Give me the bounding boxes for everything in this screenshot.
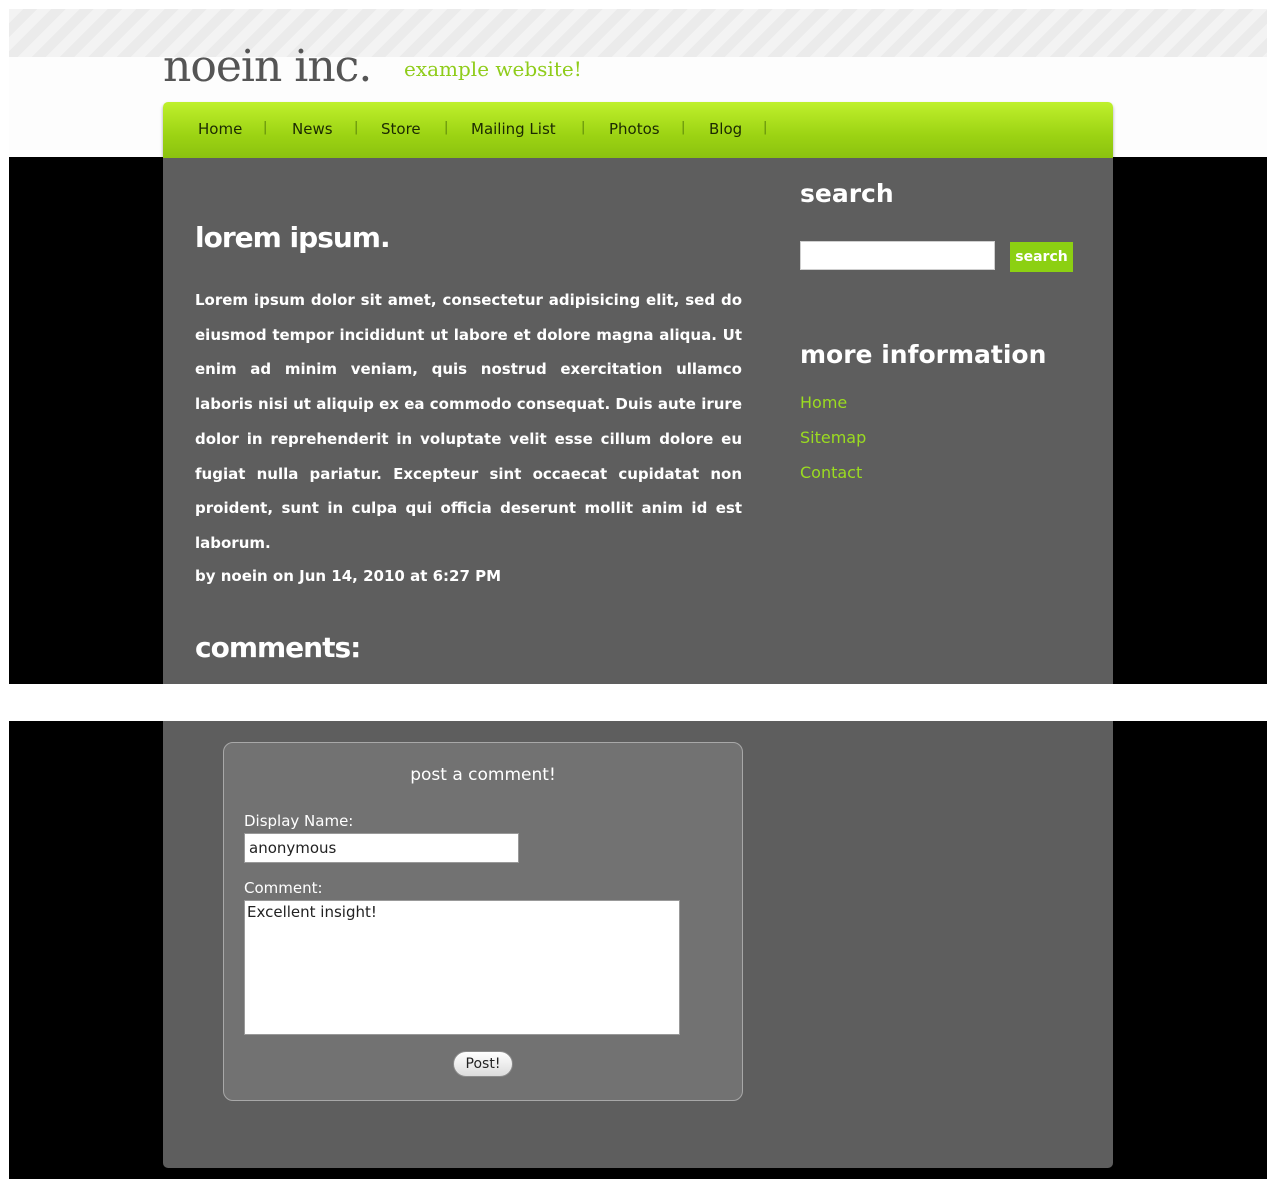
nav-item-store[interactable]: Store bbox=[381, 119, 421, 139]
more-information-heading: more information bbox=[800, 340, 1047, 369]
page-bottom-panel: post a comment! Display Name: Comment: E… bbox=[9, 721, 1267, 1179]
nav-item-mailing-list[interactable]: Mailing List bbox=[471, 119, 556, 139]
nav-item-news[interactable]: News bbox=[292, 119, 333, 139]
comment-textarea[interactable]: Excellent insight! bbox=[244, 900, 680, 1035]
site-tagline: example website! bbox=[404, 57, 582, 81]
comment-label: Comment: bbox=[244, 879, 323, 897]
nav-separator: | bbox=[581, 120, 586, 135]
nav-separator: | bbox=[763, 120, 768, 135]
site-logo[interactable]: noein inc. bbox=[163, 39, 372, 95]
nav-separator: | bbox=[354, 120, 359, 135]
search-heading: search bbox=[800, 179, 894, 208]
display-name-label: Display Name: bbox=[244, 812, 354, 830]
comment-form-title: post a comment! bbox=[410, 765, 556, 785]
sidebar-link-sitemap[interactable]: Sitemap bbox=[800, 427, 866, 449]
search-button[interactable]: search bbox=[1010, 242, 1073, 272]
nav-separator: | bbox=[681, 120, 686, 135]
nav-item-blog[interactable]: Blog bbox=[709, 119, 742, 139]
search-input[interactable] bbox=[800, 241, 995, 270]
nav-item-home[interactable]: Home bbox=[198, 119, 242, 139]
post-title: lorem ipsum. bbox=[195, 221, 391, 254]
post-meta: by noein on Jun 14, 2010 at 6:27 PM bbox=[195, 567, 502, 585]
post-comment-button[interactable]: Post! bbox=[453, 1051, 513, 1077]
main-content: lorem ipsum. Lorem ipsum dolor sit amet,… bbox=[163, 158, 1113, 684]
display-name-input[interactable] bbox=[244, 833, 519, 863]
post-body: Lorem ipsum dolor sit amet, consectetur … bbox=[195, 291, 742, 552]
comments-heading: comments: bbox=[195, 631, 361, 664]
page-top-panel: noein inc. example website! Home | News … bbox=[9, 9, 1267, 684]
nav-item-photos[interactable]: Photos bbox=[609, 119, 660, 139]
sidebar-link-contact[interactable]: Contact bbox=[800, 462, 862, 484]
main-navigation: Home | News | Store | Mailing List | Pho… bbox=[163, 102, 1113, 158]
comment-form: post a comment! Display Name: Comment: E… bbox=[223, 742, 743, 1101]
main-content-continued: post a comment! Display Name: Comment: E… bbox=[163, 721, 1113, 1168]
nav-separator: | bbox=[263, 120, 268, 135]
sidebar-link-home[interactable]: Home bbox=[800, 392, 847, 414]
nav-separator: | bbox=[444, 120, 449, 135]
